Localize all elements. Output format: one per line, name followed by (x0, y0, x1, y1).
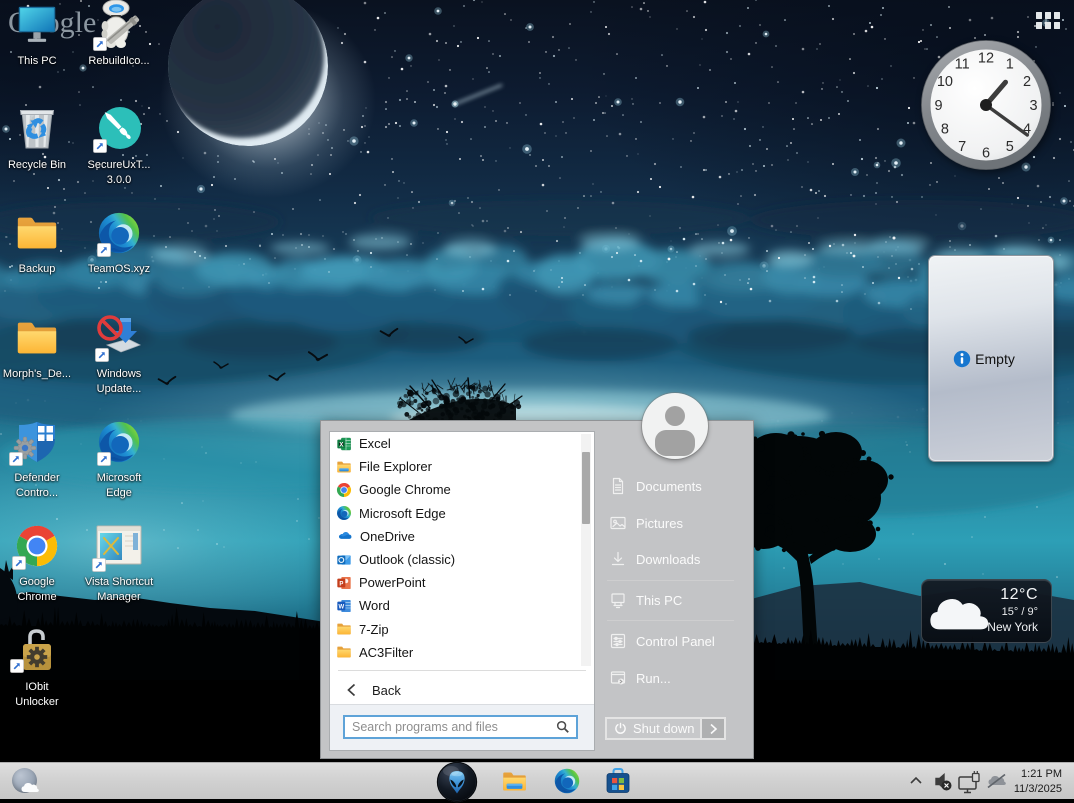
svg-text:8: 8 (941, 122, 949, 138)
svg-text:6: 6 (982, 145, 990, 161)
svg-text:7: 7 (958, 139, 966, 155)
svg-text:5: 5 (1006, 139, 1014, 155)
svg-text:12: 12 (978, 50, 994, 66)
svg-text:1: 1 (1006, 57, 1014, 73)
svg-text:2: 2 (1023, 74, 1031, 90)
svg-text:9: 9 (934, 98, 942, 114)
svg-text:11: 11 (955, 57, 970, 73)
svg-text:3: 3 (1029, 98, 1037, 114)
svg-text:10: 10 (937, 74, 953, 90)
